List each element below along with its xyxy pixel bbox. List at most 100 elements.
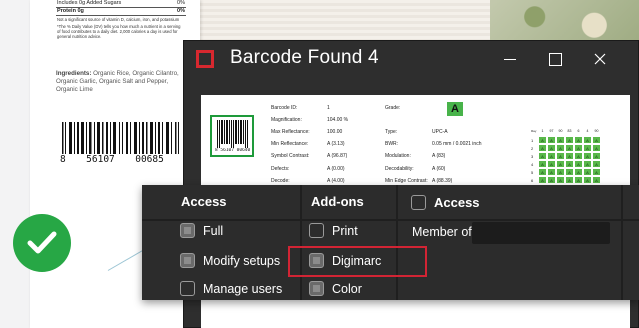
nutrition-footnote: *The % Daily Value (DV) tells you how mu… xyxy=(57,24,181,39)
grid-row-label: 1 xyxy=(531,137,534,143)
access-toggle-row[interactable]: Access xyxy=(411,195,480,210)
metric-value: A (83) xyxy=(432,153,446,160)
metric-label: Defects: xyxy=(271,165,290,172)
grid-grade-cell: A xyxy=(548,161,555,167)
grid-grade-cell: A xyxy=(584,161,591,167)
metric-value: A (4.00) xyxy=(327,177,345,184)
grid-grade-cell: A xyxy=(566,177,573,183)
close-button[interactable] xyxy=(590,49,610,69)
report-barcode-digits: 8 56107 00640 5 xyxy=(215,148,251,153)
report-barcode-bars xyxy=(217,120,248,148)
grid-grade-cell: A xyxy=(575,177,582,183)
metric-value: A (0.00) xyxy=(327,165,345,172)
grid-header-cell: 97 xyxy=(549,129,554,133)
metric-label: Barcode ID: xyxy=(271,105,298,111)
nutrition-row: Protein 0g 0% xyxy=(56,8,186,16)
metric-value: 0.05 mm / 0.0021 inch xyxy=(432,141,482,148)
nutrition-note: Not a significant source of vitamin D, c… xyxy=(57,17,180,22)
metric-label: Symbol Contrast: xyxy=(271,153,310,160)
grid-grade-cell: A xyxy=(566,161,573,167)
addon-print[interactable]: Print xyxy=(309,223,358,238)
report-barcode-image: 8 56107 00640 5 xyxy=(210,115,254,157)
metric-value: 100.00 xyxy=(327,129,343,136)
nutrition-label: Protein 0g xyxy=(57,8,84,14)
nutrition-value: 0% xyxy=(177,8,185,14)
permission-modify-setups[interactable]: Modify setups xyxy=(180,253,280,268)
metric-label: Min Reflectance: xyxy=(271,141,309,148)
ingredients-label: Ingredients: xyxy=(56,70,92,77)
grid-grade-cell: A xyxy=(539,153,546,159)
wood-texture xyxy=(200,0,490,42)
maximize-button[interactable] xyxy=(545,49,565,69)
digimarc-highlight-box xyxy=(288,246,427,277)
red-square-icon xyxy=(196,50,214,68)
grid-header-cell: 6 xyxy=(577,129,580,133)
grid-row: 5AAAAAAA xyxy=(531,169,600,175)
member-of-input[interactable] xyxy=(472,222,610,244)
barcode-digit-group: 00685 xyxy=(135,154,164,165)
grid-row: 6AAAAAAA xyxy=(531,177,600,183)
grid-row: 3AAAAAAA xyxy=(531,153,600,159)
checkmark-circle-icon xyxy=(13,214,71,272)
product-barcode-digits: 8 56107 00685 4 xyxy=(60,154,190,165)
grid-row: 2AAAAAAA xyxy=(531,145,600,151)
metric-label: Grade: xyxy=(385,105,401,111)
nutrition-facts: Includes 0g Added Sugars 0% Protein 0g 0… xyxy=(56,0,186,40)
permission-manage-users[interactable]: Manage users xyxy=(180,281,282,296)
grid-row-label: 3 xyxy=(531,153,534,159)
grid-grade-cell: A xyxy=(539,161,546,167)
column-divider xyxy=(396,185,398,300)
metric-value: A (88.39) xyxy=(432,177,453,184)
full-checkbox[interactable] xyxy=(180,223,195,238)
metric-label: Decodability: xyxy=(385,165,414,172)
color-checkbox[interactable] xyxy=(309,281,324,296)
grid-grade-cell: A xyxy=(539,137,546,143)
grid-grade-cell: A xyxy=(548,169,555,175)
permission-full[interactable]: Full xyxy=(180,223,223,238)
ingredients: Ingredients: Organic Rice, Organic Cilan… xyxy=(56,70,186,94)
addon-color[interactable]: Color xyxy=(309,281,362,296)
grid-grade-cell: A xyxy=(539,177,546,183)
access-toggle-label: Access xyxy=(434,195,480,210)
grid-grade-cell: A xyxy=(584,137,591,143)
metric-value: 1 xyxy=(327,105,330,111)
access-checkbox[interactable] xyxy=(411,195,426,210)
access-settings-panel: Access Add-ons Access Full Modify setups… xyxy=(142,185,639,300)
grid-grade-cell: A xyxy=(584,145,591,151)
grid-grade-cell: A xyxy=(548,137,555,143)
grid-row-label: 6 xyxy=(531,177,534,183)
grid-grade-cell: A xyxy=(593,153,600,159)
metric-value: A (60) xyxy=(432,165,446,172)
grid-grade-cell: A xyxy=(557,137,564,143)
food-photo xyxy=(490,0,639,42)
grid-grade-cell: A xyxy=(566,137,573,143)
column-divider xyxy=(621,185,623,300)
window-title: Barcode Found 4 xyxy=(230,47,379,68)
grid-grade-cell: A xyxy=(575,161,582,167)
modify-setups-checkbox[interactable] xyxy=(180,253,195,268)
manage-users-checkbox[interactable] xyxy=(180,281,195,296)
grid-grade-cell: A xyxy=(566,169,573,175)
print-checkbox[interactable] xyxy=(309,223,324,238)
column-divider xyxy=(300,185,302,300)
addons-column-title: Add-ons xyxy=(311,194,364,209)
barcode-digit-group: 8 xyxy=(60,154,66,165)
metric-label: Magnification: xyxy=(271,117,302,124)
metric-label: BWR: xyxy=(385,141,399,148)
metric-label: Type: xyxy=(385,129,398,136)
access-column-title: Access xyxy=(181,194,227,209)
grid-grade-cell: A xyxy=(548,177,555,183)
grid-header-cell: 1 xyxy=(541,129,544,133)
grid-grade-cell: A xyxy=(584,169,591,175)
grid-grade-cell: A xyxy=(539,169,546,175)
grid-row-label: 4 xyxy=(531,161,534,167)
grid-grade-cell: A xyxy=(557,153,564,159)
minimize-button[interactable] xyxy=(500,49,520,69)
metric-label: Modulation: xyxy=(385,153,411,160)
nutrition-value: 0% xyxy=(177,0,185,6)
modify-setups-label: Modify setups xyxy=(203,253,281,268)
grid-row-label: 5 xyxy=(531,169,534,175)
grid-grade-cell: A xyxy=(539,145,546,151)
window-titlebar[interactable]: Barcode Found 4 xyxy=(184,41,639,77)
grid-header-cell: 4 xyxy=(586,129,589,133)
